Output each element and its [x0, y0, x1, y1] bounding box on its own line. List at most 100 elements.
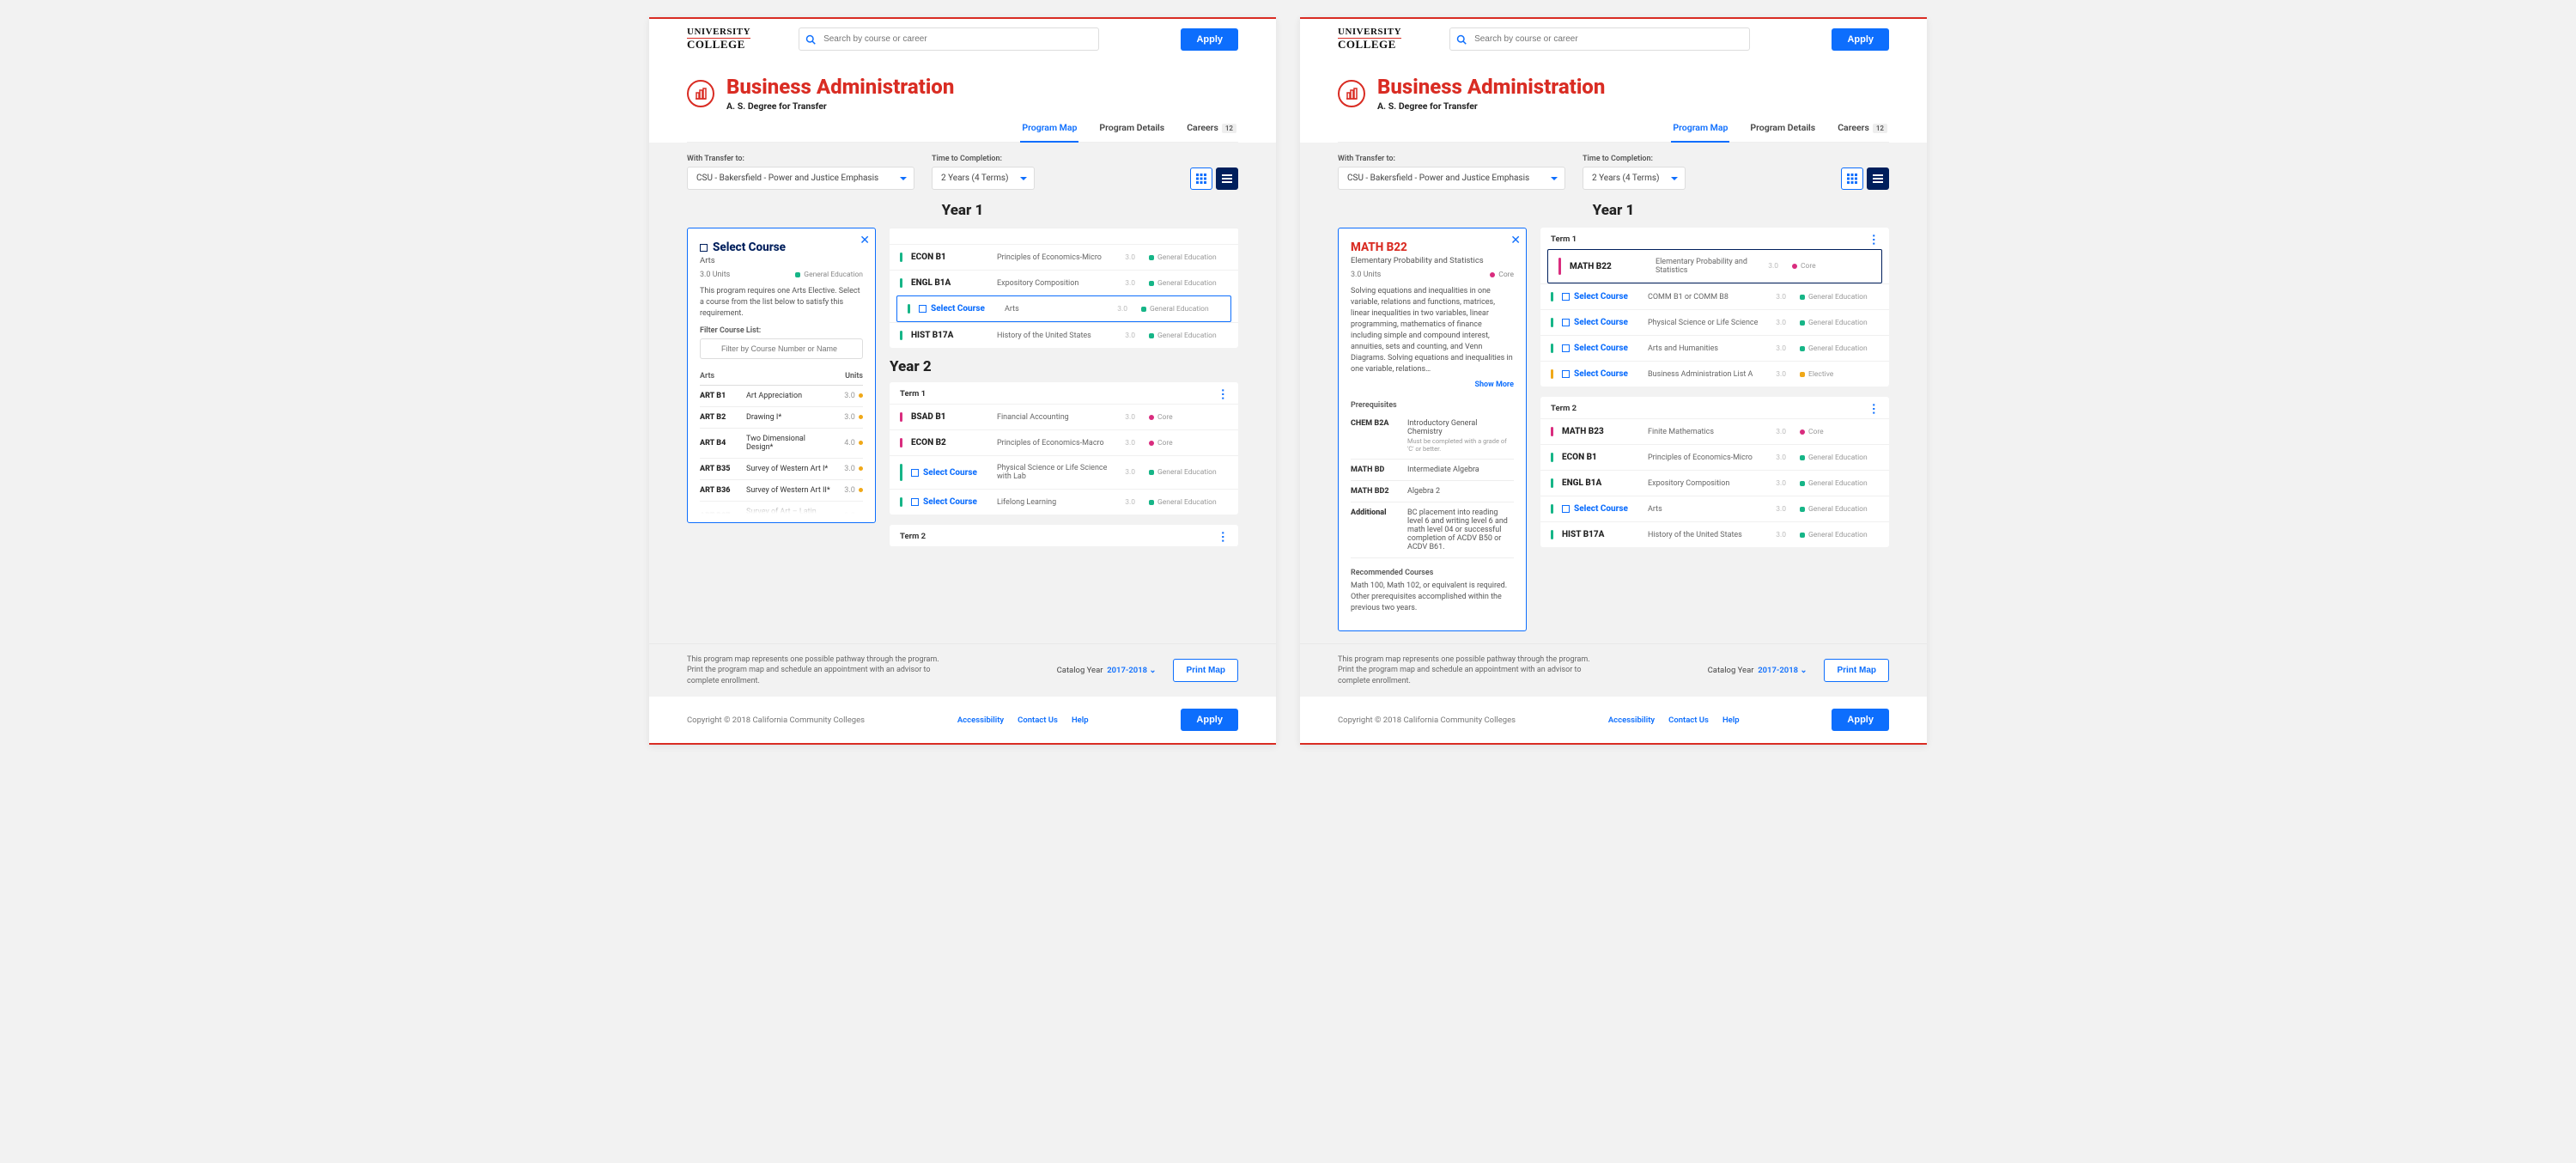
apply-button[interactable]: Apply [1832, 28, 1889, 51]
term-card: Term 1⋯ MATH B22Elementary Probability a… [1540, 228, 1889, 387]
logo-bottom: COLLEGE [1338, 38, 1396, 51]
tab-program-details[interactable]: Program Details [1748, 115, 1817, 142]
course-row[interactable]: ECON B1Principles of Economics-Micro3.0G… [1540, 444, 1889, 470]
link-contact[interactable]: Contact Us [1018, 715, 1058, 725]
course-row[interactable]: HIST B17AHistory of the United States3.0… [890, 322, 1238, 348]
term-label: Term 2 [900, 532, 926, 541]
transfer-label: With Transfer to: [1338, 155, 1565, 163]
filter-input[interactable] [700, 338, 863, 359]
search-icon [1456, 34, 1467, 45]
select-course-row[interactable]: Select CoursePhysical Science or Life Sc… [890, 455, 1238, 489]
show-more-link[interactable]: Show More [1351, 381, 1514, 389]
kebab-icon[interactable]: ⋯ [1870, 234, 1876, 245]
link-contact[interactable]: Contact Us [1668, 715, 1709, 725]
search-input[interactable] [1449, 27, 1750, 51]
term-card: Term 2 ⋯ [890, 525, 1238, 546]
course-row[interactable]: HIST B17AHistory of the United States3.0… [1540, 521, 1889, 547]
checkbox-icon [700, 244, 708, 252]
course-row[interactable]: MATH B23Finite Mathematics3.0Core [1540, 418, 1889, 444]
catalog-year[interactable]: Catalog Year 2017-2018 ⌄ [1708, 666, 1807, 675]
view-grid-button[interactable] [1841, 167, 1863, 190]
link-help[interactable]: Help [1722, 715, 1740, 725]
link-help[interactable]: Help [1072, 715, 1089, 725]
catalog-year[interactable]: Catalog Year 2017-2018 ⌄ [1057, 666, 1157, 675]
close-icon[interactable]: ✕ [1510, 234, 1521, 247]
select-course-row[interactable]: Select CourseArts3.0General Education [896, 295, 1231, 322]
close-icon[interactable]: ✕ [860, 234, 870, 247]
course-row[interactable]: BSAD B1Financial Accounting3.0Core [890, 404, 1238, 429]
table-row[interactable]: ART B1Art Appreciation3.0 [700, 386, 863, 407]
select-course-row[interactable]: Select CoursePhysical Science or Life Sc… [1540, 309, 1889, 335]
page-subtitle: A. S. Degree for Transfer [726, 100, 954, 112]
transfer-select[interactable]: CSU - Bakersfield - Power and Justice Em… [1338, 167, 1565, 190]
tab-careers[interactable]: Careers12 [1185, 115, 1238, 142]
course-row[interactable]: ENGL B1AExpository Composition3.0General… [890, 270, 1238, 295]
course-detail-panel: ✕ MATH B22 Elementary Probability and St… [1338, 228, 1527, 631]
course-row[interactable]: ECON B2Principles of Economics-Macro3.0C… [890, 429, 1238, 455]
search-icon [805, 34, 816, 45]
sub-footer: Copyright © 2018 California Community Co… [1300, 697, 1927, 743]
table-row[interactable]: ART B2Drawing I*3.0 [700, 407, 863, 429]
course-row[interactable]: ECON B1Principles of Economics-Micro3.0G… [890, 244, 1238, 270]
select-course-row[interactable]: Select CourseArts and Humanities3.0Gener… [1540, 335, 1889, 361]
prereq-row: MATH BDIntermediate Algebra [1351, 460, 1514, 481]
page-title: Business Administration [726, 75, 954, 99]
filter-label: Filter Course List: [700, 326, 863, 335]
tab-program-details[interactable]: Program Details [1097, 115, 1166, 142]
course-row[interactable] [890, 228, 1238, 244]
table-row[interactable]: ART B35Survey of Western Art I*3.0 [700, 459, 863, 480]
view-list-button[interactable] [1867, 167, 1889, 190]
kebab-icon[interactable]: ⋯ [1870, 403, 1876, 414]
footer-note-text: This program map represents one possible… [1338, 655, 1604, 687]
print-button[interactable]: Print Map [1173, 659, 1238, 682]
search-wrap [799, 27, 1099, 51]
apply-button[interactable]: Apply [1181, 28, 1238, 51]
screen-select-course: UNIVERSITY COLLEGE Apply Business Admini… [649, 17, 1276, 745]
careers-badge: 12 [1873, 124, 1887, 133]
kebab-icon[interactable]: ⋯ [1219, 531, 1225, 542]
panel-description: This program requires one Arts Elective.… [700, 286, 863, 320]
header: UNIVERSITY COLLEGE Apply [649, 19, 1276, 59]
select-course-row[interactable]: Select CourseLifelong Learning3.0General… [890, 489, 1238, 515]
logo: UNIVERSITY COLLEGE [687, 27, 750, 51]
controls-bar: With Transfer to: CSU - Bakersfield - Po… [649, 143, 1276, 195]
transfer-select[interactable]: CSU - Bakersfield - Power and Justice Em… [687, 167, 914, 190]
time-select[interactable]: 2 Years (4 Terms) [1583, 167, 1686, 190]
select-course-row[interactable]: Select CourseArts3.0General Education [1540, 496, 1889, 521]
program-icon [687, 80, 714, 107]
print-button[interactable]: Print Map [1824, 659, 1889, 682]
recommended-text: Math 100, Math 102, or equivalent is req… [1351, 581, 1514, 614]
term-label: Term 2 [1551, 404, 1577, 413]
apply-button-footer[interactable]: Apply [1832, 709, 1889, 731]
view-list-button[interactable] [1216, 167, 1238, 190]
title-bar: Business Administration A. S. Degree for… [1300, 59, 1927, 143]
search-input[interactable] [799, 27, 1099, 51]
link-accessibility[interactable]: Accessibility [957, 715, 1004, 725]
logo-bottom: COLLEGE [687, 38, 745, 51]
term-card: Term 2 ⋯ MATH B23Finite Mathematics3.0Cor… [1540, 397, 1889, 547]
tab-careers[interactable]: Careers12 [1836, 115, 1889, 142]
tab-program-map[interactable]: Program Map [1020, 115, 1078, 142]
table-row[interactable]: ART B4Two Dimensional Design*4.0 [700, 429, 863, 459]
apply-button-footer[interactable]: Apply [1181, 709, 1238, 731]
course-row[interactable]: MATH B22Elementary Probability and Stati… [1547, 249, 1882, 283]
search-wrap [1449, 27, 1750, 51]
kebab-icon[interactable]: ⋯ [1219, 388, 1225, 399]
logo: UNIVERSITY COLLEGE [1338, 27, 1401, 51]
term-label: Term 1 [900, 389, 926, 399]
table-row[interactable]: ART B36Survey of Western Art II*3.0 [700, 480, 863, 502]
course-row[interactable]: ENGL B1AExpository Composition3.0General… [1540, 470, 1889, 496]
tab-program-map[interactable]: Program Map [1671, 115, 1729, 142]
tabs: Program Map Program Details Careers12 [687, 115, 1238, 143]
view-grid-button[interactable] [1190, 167, 1212, 190]
recommended-label: Recommended Courses [1351, 569, 1514, 577]
panel-course-title: Elementary Probability and Statistics [1351, 256, 1514, 265]
select-course-row[interactable]: Select CourseBusiness Administration Lis… [1540, 361, 1889, 387]
prerequisites-label: Prerequisites [1351, 401, 1514, 410]
year-1-label: Year 1 [687, 202, 1238, 219]
link-accessibility[interactable]: Accessibility [1608, 715, 1655, 725]
time-select[interactable]: 2 Years (4 Terms) [932, 167, 1035, 190]
table-row[interactable]: ART B37Survey of Art – Latin America*3.0 [700, 502, 863, 515]
select-course-row[interactable]: Select CourseCOMM B1 or COMM B83.0Genera… [1540, 283, 1889, 309]
course-table: ArtsUnits ART B1Art Appreciation3.0 ART … [700, 368, 863, 514]
